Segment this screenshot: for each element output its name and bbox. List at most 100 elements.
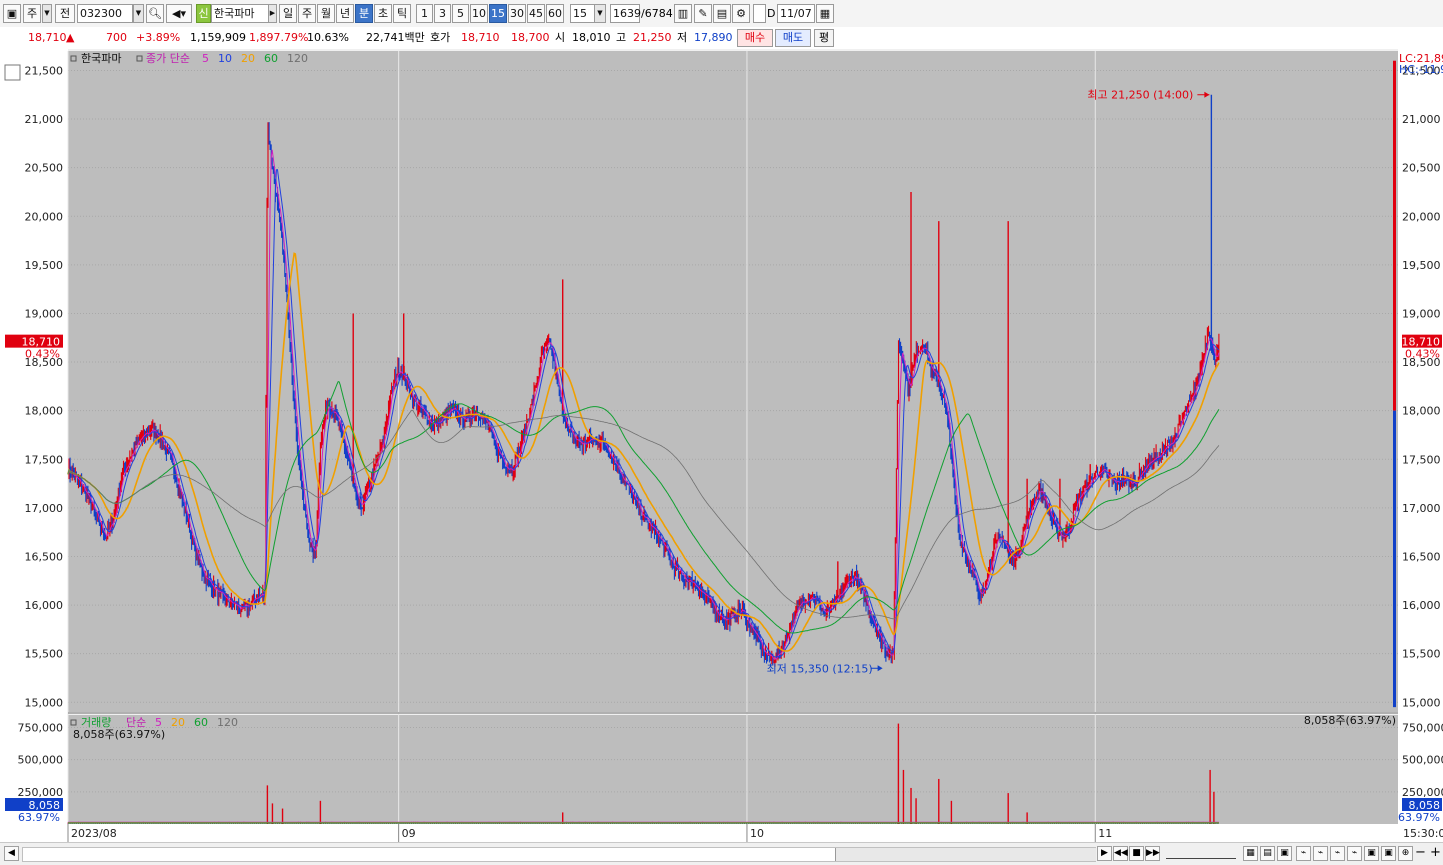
tool-icon-4[interactable]: ⌁ (1347, 846, 1362, 861)
scroll-track[interactable] (22, 847, 1096, 862)
period-tab-3[interactable]: 년 (336, 4, 354, 23)
quote-info-bar: 18,710 ▲ 700 +3.89% 1,159,909 1,897.79% … (0, 27, 1443, 50)
price-legend-prefix: 종가 단순 (146, 52, 190, 65)
layout-icon-1[interactable]: ▦ (1243, 846, 1258, 861)
volume-legend-ma-120: 120 (217, 716, 238, 729)
x-tick-label: 10 (750, 827, 764, 840)
period-tab-4[interactable]: 분 (355, 4, 373, 23)
current-pct-left: 0.43% (25, 348, 60, 361)
x-tick-label: 2023/08 (71, 827, 117, 840)
high-label: 고 (616, 30, 626, 45)
interval-tab-5[interactable]: 5 (452, 4, 469, 23)
price-tick-left: 17,500 (25, 453, 64, 466)
search-icon[interactable]: 🔍︎ (146, 4, 164, 23)
chevron-down-icon[interactable]: ▼ (42, 4, 52, 23)
calendar-icon[interactable]: ▦ (816, 4, 834, 23)
price-legend-ma-60: 60 (264, 52, 278, 65)
price-tick-right: 15,000 (1402, 696, 1441, 709)
gear-icon[interactable]: ⚙ (732, 4, 750, 23)
low-price: 17,890 (694, 30, 733, 45)
scroll-left-icon[interactable]: ◀ (4, 846, 19, 861)
period-tab-5[interactable]: 초 (374, 4, 392, 23)
range-bar-down (1393, 411, 1396, 707)
price-tick-right: 15,500 (1402, 648, 1441, 661)
date-checkbox[interactable] (753, 4, 766, 23)
volume-legend-ma-60: 60 (194, 716, 208, 729)
x-tick-label: 09 (402, 827, 416, 840)
stop-icon[interactable]: ■ (1129, 846, 1144, 861)
interval-tab-10[interactable]: 10 (470, 4, 488, 23)
interval-tab-30[interactable]: 30 (508, 4, 526, 23)
price-tick-right: 20,000 (1402, 210, 1441, 223)
volume-header-right: 8,058주(63.97%) (1304, 714, 1396, 727)
stock-chart[interactable]: 15,00015,00015,50015,50016,00016,00016,5… (0, 49, 1443, 842)
price-tick-left: 20,500 (25, 162, 64, 175)
interval-tab-1[interactable]: 1 (416, 4, 433, 23)
ask-price: 18,710 (461, 30, 500, 45)
price-tick-right: 19,500 (1402, 259, 1441, 272)
save-icon[interactable]: ▤ (713, 4, 731, 23)
fit-icon[interactable]: ⊕ (1398, 846, 1413, 861)
draw-tool-icon[interactable]: ✎ (694, 4, 712, 23)
interval-tab-45[interactable]: 45 (527, 4, 545, 23)
volume-tick-left: 250,000 (18, 786, 64, 799)
period-tab-1[interactable]: 주 (298, 4, 316, 23)
layout-icon-2[interactable]: ▤ (1260, 846, 1275, 861)
volume-tick-right: 250,000 (1402, 786, 1443, 799)
interval-input[interactable]: 15 (570, 4, 596, 23)
period-tab-6[interactable]: 틱 (393, 4, 411, 23)
zoom-slider[interactable] (1166, 848, 1236, 859)
bid-price: 18,700 (511, 30, 550, 45)
high-price: 21,250 (633, 30, 672, 45)
period-tab-0[interactable]: 일 (279, 4, 297, 23)
d-label: D (767, 7, 775, 20)
price-tick-right: 17,000 (1402, 502, 1441, 515)
name-arrow-icon[interactable]: ▶ (268, 4, 277, 23)
tool-icon-5[interactable]: ▣ (1364, 846, 1379, 861)
date-input[interactable]: 11/07 (777, 4, 815, 23)
panel-menu-icon[interactable] (5, 65, 20, 80)
interval-tab-15[interactable]: 15 (489, 4, 507, 23)
tool-icon-2[interactable]: ⌁ (1313, 846, 1328, 861)
zoom-out-icon[interactable]: − (1413, 846, 1428, 861)
zoom-in-icon[interactable]: + (1428, 846, 1443, 861)
volume-legend-name: 거래량 (81, 716, 111, 729)
rewind-icon[interactable]: ◀◀ (1113, 846, 1128, 861)
interval-tab-3[interactable]: 3 (434, 4, 451, 23)
fast-forward-icon[interactable]: ▶▶ (1145, 846, 1160, 861)
range-bar-up (1393, 61, 1396, 411)
period-tab-2[interactable]: 월 (317, 4, 335, 23)
volume-tick-left: 750,000 (18, 721, 64, 734)
price-tick-right: 16,000 (1402, 599, 1441, 612)
tool-icon-6[interactable]: ▣ (1381, 846, 1396, 861)
layout-icon-3[interactable]: ▣ (1277, 846, 1292, 861)
eval-button[interactable]: 평 (814, 29, 834, 47)
code-dropdown-icon[interactable]: ▼ (133, 4, 144, 23)
tool-icon-3[interactable]: ⌁ (1330, 846, 1345, 861)
sell-button[interactable]: 매도 (775, 29, 811, 47)
speaker-icon[interactable]: ◀▾ (166, 4, 192, 23)
stock-code-input[interactable]: 032300 (77, 4, 133, 23)
price-tick-left: 18,000 (25, 405, 64, 418)
volume-legend-ma-5: 5 (155, 716, 162, 729)
window-icon[interactable]: ▣ (3, 4, 21, 23)
stock-name-field[interactable]: 한국파마 (211, 4, 273, 23)
interval-tab-60[interactable]: 60 (546, 4, 564, 23)
price-tick-left: 21,000 (25, 113, 64, 126)
x-tick-label: 11 (1098, 827, 1112, 840)
price-tick-left: 17,000 (25, 502, 64, 515)
indicator-icon[interactable]: ▥ (674, 4, 692, 23)
buy-button[interactable]: 매수 (737, 29, 773, 47)
market-select[interactable]: 주 (23, 4, 41, 23)
scroll-thumb[interactable] (835, 848, 1096, 861)
price-tick-left: 19,000 (25, 307, 64, 320)
volume-tick-right: 750,000 (1402, 721, 1443, 734)
scroll-right-icon[interactable]: ▶ (1097, 846, 1112, 861)
interval-dropdown-icon[interactable]: ▼ (594, 4, 606, 23)
count-input[interactable]: 1639 (610, 4, 640, 23)
turnover: 10.63% (307, 30, 349, 45)
price-tick-right: 17,500 (1402, 453, 1441, 466)
tool-icon-1[interactable]: ⌁ (1296, 846, 1311, 861)
count-total: /6784 (641, 7, 673, 20)
prev-button[interactable]: 전 (55, 4, 75, 23)
